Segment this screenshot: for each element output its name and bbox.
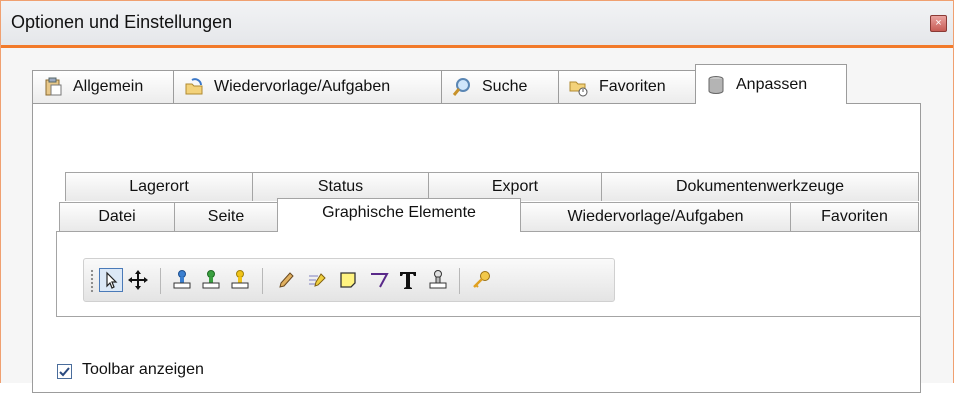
- close-button[interactable]: ×: [930, 15, 947, 32]
- toolbar-grip[interactable]: [90, 269, 94, 293]
- stamp-blue-icon[interactable]: [170, 268, 194, 292]
- tab-suche[interactable]: Suche: [441, 70, 559, 103]
- title-bar[interactable]: Optionen und Einstellungen ×: [1, 1, 953, 48]
- tab-favoriten[interactable]: Favoriten: [558, 70, 696, 103]
- tab-anpassen[interactable]: Anpassen: [695, 64, 847, 104]
- move-icon[interactable]: [126, 268, 150, 292]
- folder-arrow-icon: [184, 77, 204, 97]
- magnifier-icon: [452, 77, 472, 97]
- tab-label: Allgemein: [73, 78, 144, 95]
- subtab-wiedervorlage[interactable]: Wiedervorlage/Aufgaben: [520, 202, 791, 231]
- subtab-dokumentenwerkzeuge[interactable]: Dokumentenwerkzeuge: [601, 172, 919, 201]
- stamp-green-icon[interactable]: [199, 268, 223, 292]
- subtab-datei[interactable]: Datei: [59, 202, 175, 231]
- tab-allgemein[interactable]: Allgemein: [32, 70, 174, 103]
- tab-label: Suche: [482, 78, 528, 95]
- stamp-icon[interactable]: [426, 268, 450, 292]
- stamp-yellow-icon[interactable]: [228, 268, 252, 292]
- pointer-icon[interactable]: [99, 268, 123, 292]
- database-icon: [706, 75, 726, 95]
- subtab-favoriten[interactable]: Favoriten: [790, 202, 919, 231]
- line-icon[interactable]: [367, 268, 391, 292]
- dialog-title: Optionen und Einstellungen: [11, 12, 233, 32]
- pen-icon[interactable]: [274, 268, 298, 292]
- subtab-lagerort[interactable]: Lagerort: [65, 172, 253, 201]
- show-toolbar-checkbox[interactable]: [57, 364, 72, 379]
- toolbar-separator: [160, 268, 161, 294]
- tab-wiedervorlage[interactable]: Wiedervorlage/Aufgaben: [173, 70, 442, 103]
- text-icon[interactable]: [396, 268, 420, 292]
- key-icon[interactable]: [469, 268, 493, 292]
- subtab-status[interactable]: Status: [252, 172, 429, 201]
- show-toolbar-label: Toolbar anzeigen: [82, 361, 204, 378]
- folder-star-icon: [569, 77, 589, 97]
- options-dialog: Optionen und Einstellungen × Allgemein W…: [0, 0, 954, 393]
- toolbar-separator: [262, 268, 263, 294]
- note-icon[interactable]: [336, 268, 360, 292]
- graphics-toolbar: [83, 258, 615, 302]
- subtab-export[interactable]: Export: [428, 172, 602, 201]
- subtab-seite[interactable]: Seite: [174, 202, 278, 231]
- highlight-icon[interactable]: [305, 268, 329, 292]
- clipboard-icon: [43, 77, 63, 97]
- tab-label: Wiedervorlage/Aufgaben: [214, 78, 391, 95]
- subtab-graphische-elemente[interactable]: Graphische Elemente: [277, 198, 521, 232]
- tab-label: Favoriten: [599, 78, 666, 95]
- tab-label: Anpassen: [736, 75, 808, 93]
- toolbar-separator: [459, 268, 460, 294]
